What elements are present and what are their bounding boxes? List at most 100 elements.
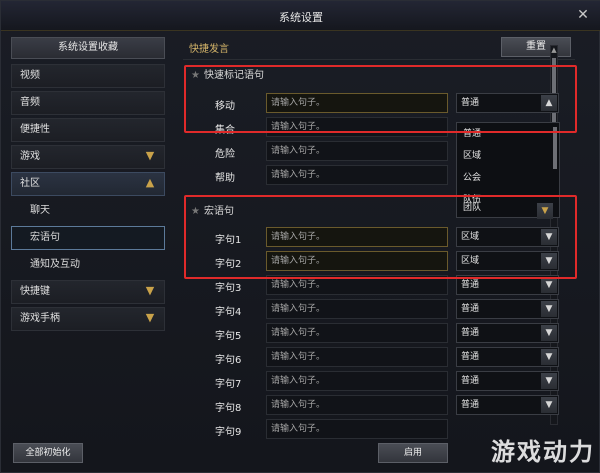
row-label: 字句2	[215, 259, 242, 270]
sentence-input[interactable]: 请输入句子。	[266, 275, 448, 295]
row-label: 集合	[215, 125, 235, 136]
channel-select[interactable]: 普通 ▼	[456, 299, 559, 319]
channel-select[interactable]: 区域 ▼	[456, 251, 559, 271]
sidebar-item-label: 视频	[20, 70, 40, 81]
row-label: 危险	[215, 149, 235, 160]
channel-value: 普通	[461, 98, 480, 108]
main-header: 快捷发言 重置	[183, 37, 578, 57]
chevron-down-icon[interactable]: ▼	[541, 229, 557, 245]
sentence-input[interactable]: 请输入句子。	[266, 419, 448, 439]
row-label: 字句8	[215, 403, 242, 414]
sentence-input[interactable]: 请输入句子。	[266, 165, 448, 185]
dropdown-option[interactable]: 普通	[457, 123, 559, 145]
sentence-input[interactable]: 请输入句子。	[266, 93, 448, 113]
sidebar-subitem-notifications[interactable]: 通知及互动	[11, 253, 165, 277]
row-label: 字句6	[215, 355, 242, 366]
sentence-input[interactable]: 请输入句子。	[266, 117, 448, 137]
reset-button[interactable]: 重置	[501, 37, 571, 57]
row-label: 字句4	[215, 307, 242, 318]
chevron-up-icon: ▲	[145, 176, 155, 189]
dropdown-option[interactable]: 公会	[457, 167, 559, 189]
channel-select[interactable]: 普通 ▼	[456, 347, 559, 367]
star-icon[interactable]: ★	[191, 206, 200, 217]
sidebar-item-community[interactable]: 社区 ▲	[11, 172, 165, 196]
section-title: 快速标记语句	[203, 70, 264, 81]
scroll-up-icon[interactable]: ▲	[551, 46, 557, 54]
chevron-down-icon: ▼	[145, 149, 155, 162]
channel-value: 普通	[461, 328, 480, 338]
chevron-down-icon[interactable]: ▼	[541, 349, 557, 365]
macro-row-3: 字句3 请输入句子。 普通 ▼	[191, 275, 559, 297]
sentence-input[interactable]: 请输入句子。	[266, 395, 448, 415]
row-label: 字句7	[215, 379, 242, 390]
channel-value: 普通	[461, 280, 480, 290]
quick-row-move: 移动 请输入句子。 普通 ▲	[191, 93, 559, 115]
sidebar-list: 视频 音频 便捷性 游戏 ▼ 社区 ▲ 聊天 宏语句 通知及互动 快捷键 ▼ 游戏手柄…	[11, 64, 165, 331]
macro-row-4: 字句4 请输入句子。 普通 ▼	[191, 299, 559, 321]
sidebar-item-label: 游戏手柄	[20, 313, 60, 324]
sentence-input[interactable]: 请输入句子。	[266, 141, 448, 161]
macro-section: ★ 宏语句	[191, 203, 543, 221]
channel-value: 普通	[461, 304, 480, 314]
chevron-down-icon: ▼	[145, 284, 155, 297]
sidebar-item-audio[interactable]: 音频	[11, 91, 165, 115]
channel-value: 普通	[461, 400, 480, 410]
row-label: 帮助	[215, 173, 235, 184]
channel-select[interactable]: 普通 ▼	[456, 323, 559, 343]
sidebar-item-label: 便捷性	[20, 124, 50, 135]
window-title: 系统设置	[279, 11, 323, 24]
channel-select[interactable]: 区域 ▼	[456, 227, 559, 247]
chevron-up-icon[interactable]: ▲	[541, 95, 557, 111]
sentence-input[interactable]: 请输入句子。	[266, 371, 448, 391]
macro-row-7: 字句7 请输入句子。 普通 ▼	[191, 371, 559, 393]
apply-button[interactable]: 启用	[378, 443, 448, 463]
sentence-input[interactable]: 请输入句子。	[266, 251, 448, 271]
chevron-down-icon[interactable]: ▼	[541, 397, 557, 413]
row-label: 字句3	[215, 283, 242, 294]
star-icon[interactable]: ★	[191, 70, 200, 81]
sidebar-item-label: 社区	[20, 178, 40, 189]
sidebar-subitem-macro[interactable]: 宏语句	[11, 226, 165, 250]
row-label: 移动	[215, 101, 235, 112]
settings-window: 系统设置 ✕ 系统设置收藏 视频 音频 便捷性 游戏 ▼ 社区 ▲ 聊天 宏语句 通…	[0, 0, 600, 473]
quick-mark-section: ★ 快速标记语句	[191, 67, 543, 85]
watermark-logo: 游戏动力游	[491, 438, 595, 466]
close-icon[interactable]: ✕	[575, 7, 591, 23]
channel-select[interactable]: 普通 ▼	[456, 275, 559, 295]
macro-row-1: 字句1 请输入句子。 区域 ▼	[191, 227, 559, 249]
channel-select[interactable]: 普通 ▲	[456, 93, 559, 113]
sidebar-item-game[interactable]: 游戏 ▼	[11, 145, 165, 169]
sidebar-item-label: 音频	[20, 97, 40, 108]
sidebar-item-label: 游戏	[20, 151, 40, 162]
chevron-down-icon[interactable]: ▼	[541, 373, 557, 389]
sidebar-item-hotkeys[interactable]: 快捷键 ▼	[11, 280, 165, 304]
sidebar-subitem-chat[interactable]: 聊天	[11, 199, 165, 223]
chevron-down-icon: ▼	[145, 311, 155, 324]
macro-row-2: 字句2 请输入句子。 区域 ▼	[191, 251, 559, 273]
sentence-input[interactable]: 请输入句子。	[266, 227, 448, 247]
reset-all-button[interactable]: 全部初始化	[13, 443, 83, 463]
sentence-input[interactable]: 请输入句子。	[266, 347, 448, 367]
macro-row-5: 字句5 请输入句子。 普通 ▼	[191, 323, 559, 345]
sentence-input[interactable]: 请输入句子。	[266, 323, 448, 343]
row-label: 字句1	[215, 235, 242, 246]
section-title: 宏语句	[203, 206, 234, 217]
channel-select[interactable]: 普通 ▼	[456, 371, 559, 391]
channel-value: 普通	[461, 352, 480, 362]
macro-row-8: 字句8 请输入句子。 普通 ▼	[191, 395, 559, 417]
sidebar-item-convenience[interactable]: 便捷性	[11, 118, 165, 142]
channel-select[interactable]: 普通 ▼	[456, 395, 559, 415]
sidebar-item-gamepad[interactable]: 游戏手柄 ▼	[11, 307, 165, 331]
favorites-button[interactable]: 系统设置收藏	[11, 37, 165, 59]
chevron-down-icon[interactable]: ▼	[541, 325, 557, 341]
dropdown-scroll-thumb[interactable]	[553, 127, 557, 169]
sidebar-item-video[interactable]: 视频	[11, 64, 165, 88]
chevron-down-icon[interactable]: ▼	[541, 253, 557, 269]
header-divider	[183, 59, 575, 60]
sidebar-item-label: 快捷键	[20, 286, 50, 297]
row-label: 字句9	[215, 427, 242, 438]
sentence-input[interactable]: 请输入句子。	[266, 299, 448, 319]
dropdown-option[interactable]: 区域	[457, 145, 559, 167]
chevron-down-icon[interactable]: ▼	[541, 301, 557, 317]
chevron-down-icon[interactable]: ▼	[541, 277, 557, 293]
